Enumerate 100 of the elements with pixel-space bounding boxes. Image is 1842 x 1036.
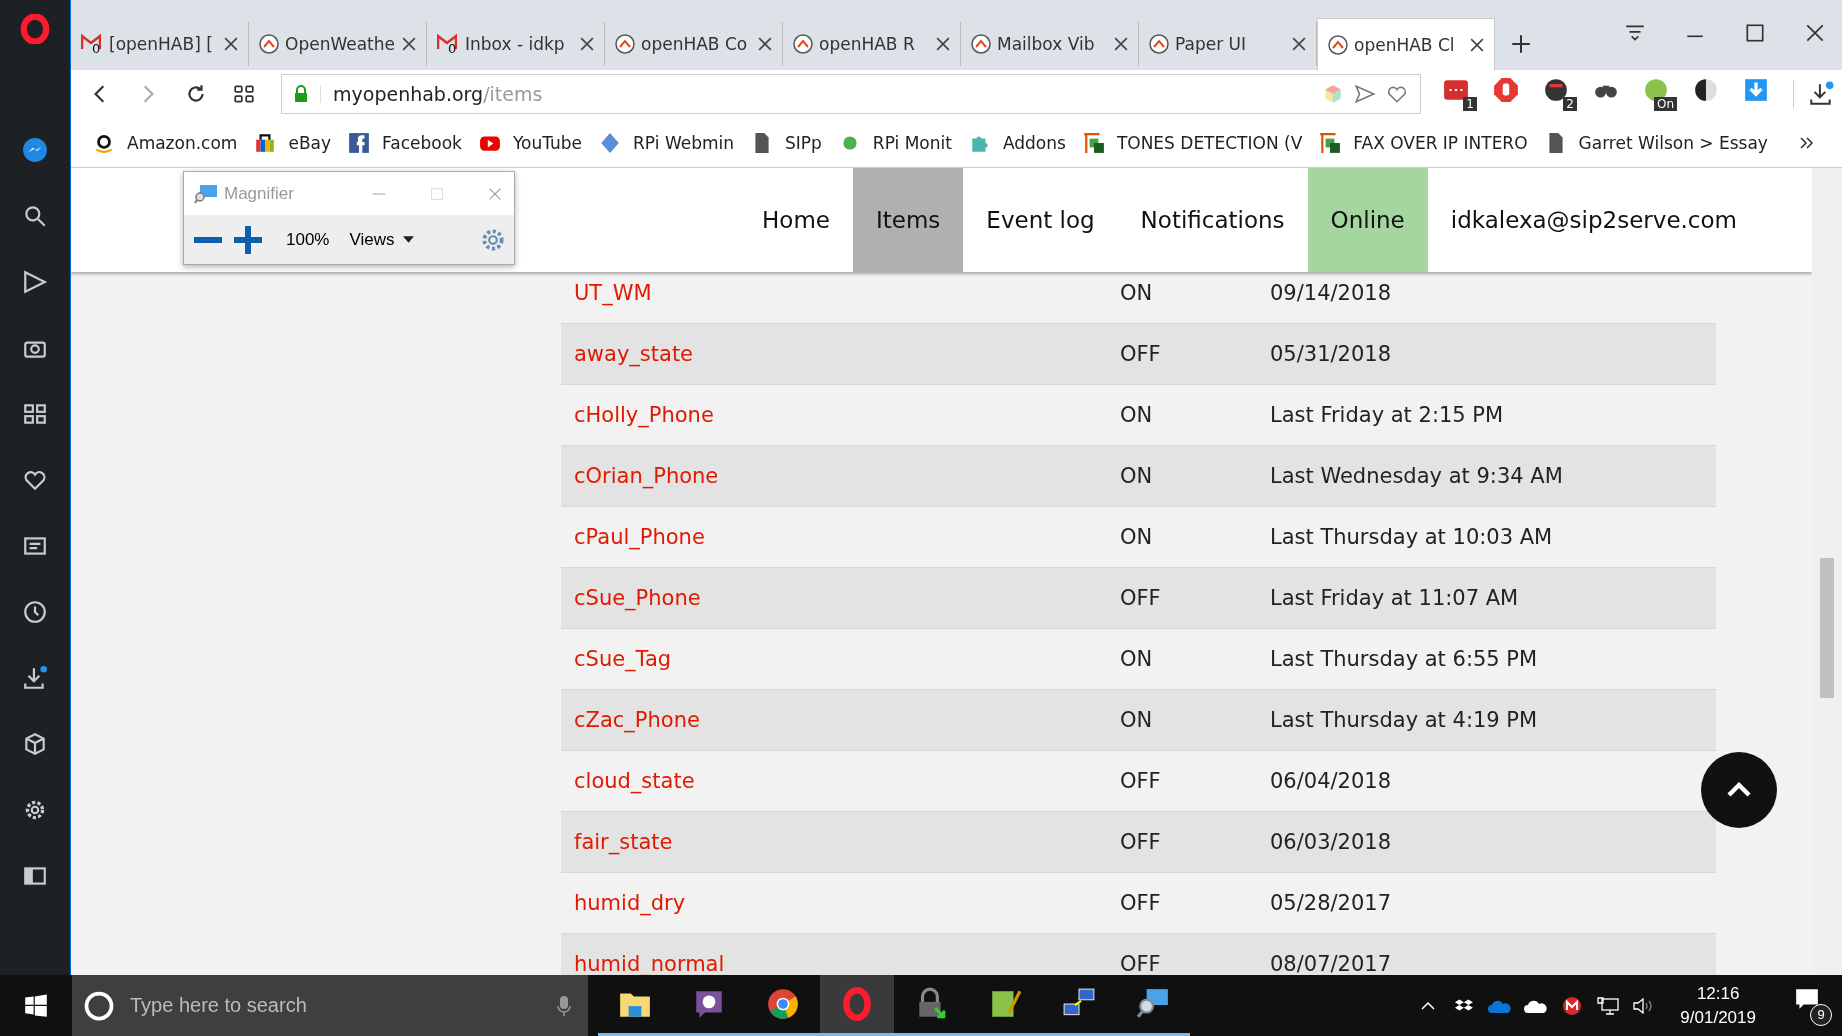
item-link[interactable]: cHolly_Phone [561, 403, 1120, 427]
close-icon[interactable] [1114, 37, 1128, 51]
bookmark-link[interactable]: RPi Monit [838, 131, 952, 154]
microphone-icon[interactable] [556, 993, 572, 1018]
clock-time: 12:16 [1696, 982, 1740, 1005]
send-icon[interactable] [1354, 83, 1376, 105]
browser-tab[interactable]: Mailbox Vib [961, 22, 1139, 66]
bookmark-link[interactable]: Garret Wilson > Essay [1544, 131, 1768, 154]
item-link[interactable]: humid_dry [561, 891, 1120, 915]
speed-dial-icon[interactable] [233, 83, 255, 105]
download-icon[interactable] [1808, 81, 1834, 107]
shopping-bag-icon [254, 131, 277, 154]
table-cell: 06/03/2018 [1270, 830, 1392, 854]
table-cell-text: ON [1120, 647, 1154, 671]
openhab-logo-icon [259, 34, 279, 54]
item-link[interactable]: humid_normal [561, 952, 1120, 975]
bookmark-link[interactable]: TONES DETECTION (V [1082, 131, 1303, 154]
history-icon[interactable] [22, 599, 48, 625]
extension-button[interactable]: 1 [1443, 77, 1477, 111]
browser-tab[interactable]: 0 [openHAB] [ [71, 22, 249, 66]
table-cell-text: ON [1120, 525, 1154, 549]
close-icon[interactable] [936, 37, 950, 51]
browser-tab[interactable]: openHAB R [783, 22, 961, 66]
reload-icon[interactable] [185, 83, 207, 105]
address-bar[interactable]: myopenhab.org/items [281, 74, 1421, 114]
bookmark-link[interactable]: Facebook [348, 131, 462, 154]
close-icon[interactable] [402, 37, 416, 51]
item-link[interactable]: cOrian_Phone [561, 464, 1120, 488]
table-cell-text: OFF [1120, 586, 1162, 610]
close-icon[interactable] [1292, 37, 1306, 51]
windows-start-icon[interactable] [24, 993, 48, 1018]
extension-badge: 2 [1563, 97, 1577, 111]
table-cell: 08/07/2017 [1270, 952, 1392, 975]
notification-button[interactable]: 9 [1794, 985, 1832, 1026]
send-icon[interactable] [22, 269, 48, 295]
bookmark-link[interactable]: RPi Webmin [599, 131, 734, 154]
squares-icon [1319, 131, 1342, 154]
search-icon[interactable] [22, 203, 48, 229]
close-icon[interactable] [1470, 37, 1484, 52]
search-field[interactable]: Type here to search [128, 993, 556, 1018]
magnifier-icon [1136, 987, 1170, 1021]
table-cell: Last Wednesday at 9:34 AM [1270, 464, 1563, 488]
item-link[interactable]: cSue_Phone [561, 586, 1120, 610]
bookmark-link[interactable]: FAX OVER IP INTERO [1319, 131, 1528, 154]
browser-tab[interactable]: Paper UI [1139, 22, 1317, 66]
item-link[interactable]: cPaul_Phone [561, 525, 1120, 549]
browser-tab[interactable]: 0 Inbox - idkp [427, 22, 605, 66]
table-cell: Last Friday at 2:15 PM [1270, 403, 1504, 427]
bookmark-link[interactable]: Amazon.com [93, 131, 238, 154]
browser-tab[interactable]: openHAB Co [605, 22, 783, 66]
views-dropdown[interactable]: Views [349, 229, 414, 250]
cube-icon[interactable] [22, 731, 48, 757]
taskbar-clock[interactable]: 12:16 9/01/2019 [1680, 981, 1756, 1030]
openhab-logo-icon [971, 34, 991, 54]
table-cell-text: ON [1120, 464, 1154, 488]
speed-dial-icon[interactable] [22, 401, 48, 427]
caret-icon [402, 236, 414, 243]
network-icon[interactable] [1596, 995, 1621, 1016]
nav-link[interactable]: Items [853, 168, 964, 272]
item-link[interactable]: away_state [561, 342, 1120, 366]
close-icon[interactable] [580, 37, 594, 51]
table-cell: 06/04/2018 [1270, 769, 1392, 793]
taskbar-search-box[interactable]: Type here to search [72, 975, 588, 1036]
table-cell: Last Friday at 11:07 AM [1270, 586, 1519, 610]
item-link[interactable]: cZac_Phone [561, 708, 1120, 732]
item-link[interactable]: cloud_state [561, 769, 1120, 793]
table-cell-text: ON [1120, 708, 1154, 732]
opera-logo-icon[interactable] [20, 14, 50, 44]
nav-link[interactable]: Notifications [1117, 168, 1308, 272]
item-link[interactable]: cSue_Tag [561, 647, 1120, 671]
item-link[interactable]: fair_state [561, 830, 1120, 854]
nav-link[interactable]: Home [739, 168, 853, 272]
bookmark-link[interactable]: eBay [254, 131, 332, 154]
item-link[interactable]: UT_WM [561, 281, 1120, 305]
download-icon[interactable] [22, 665, 48, 691]
table-cell-text: OFF [1120, 952, 1162, 975]
zoom-in-icon[interactable] [232, 223, 264, 256]
chrome-logo-icon [766, 987, 800, 1021]
bookmark-link[interactable]: Addons [968, 131, 1066, 154]
table-cell-text: OFF [1120, 830, 1162, 854]
browser-tab[interactable]: openHAB Cl [1317, 18, 1495, 70]
table-cell: Last Thursday at 10:03 AM [1270, 525, 1553, 549]
more-bookmarks-icon[interactable] [1800, 136, 1814, 149]
bookmark-link[interactable]: SIPp [751, 131, 822, 154]
nav-link[interactable]: Online [1307, 168, 1428, 272]
messenger-icon[interactable] [22, 137, 48, 163]
maximize-icon[interactable] [1744, 22, 1766, 44]
url-text: myopenhab.org/items [333, 83, 543, 105]
close-icon[interactable] [224, 37, 238, 51]
close-icon[interactable] [758, 37, 772, 51]
nav-link[interactable]: idkalexa@sip2serve.com [1427, 168, 1760, 272]
extension-button[interactable]: On [1643, 77, 1677, 111]
nav-link[interactable]: Event log [963, 168, 1118, 272]
close-icon[interactable] [1804, 22, 1826, 44]
browser-tab[interactable]: OpenWeathe [249, 22, 427, 66]
table-cell: 05/28/2017 [1270, 891, 1392, 915]
new-tab-icon[interactable] [1511, 34, 1531, 54]
bookmark-link[interactable]: YouTube [478, 131, 583, 154]
extension-badge: On [1653, 97, 1677, 111]
extension-button[interactable]: 2 [1543, 77, 1577, 111]
